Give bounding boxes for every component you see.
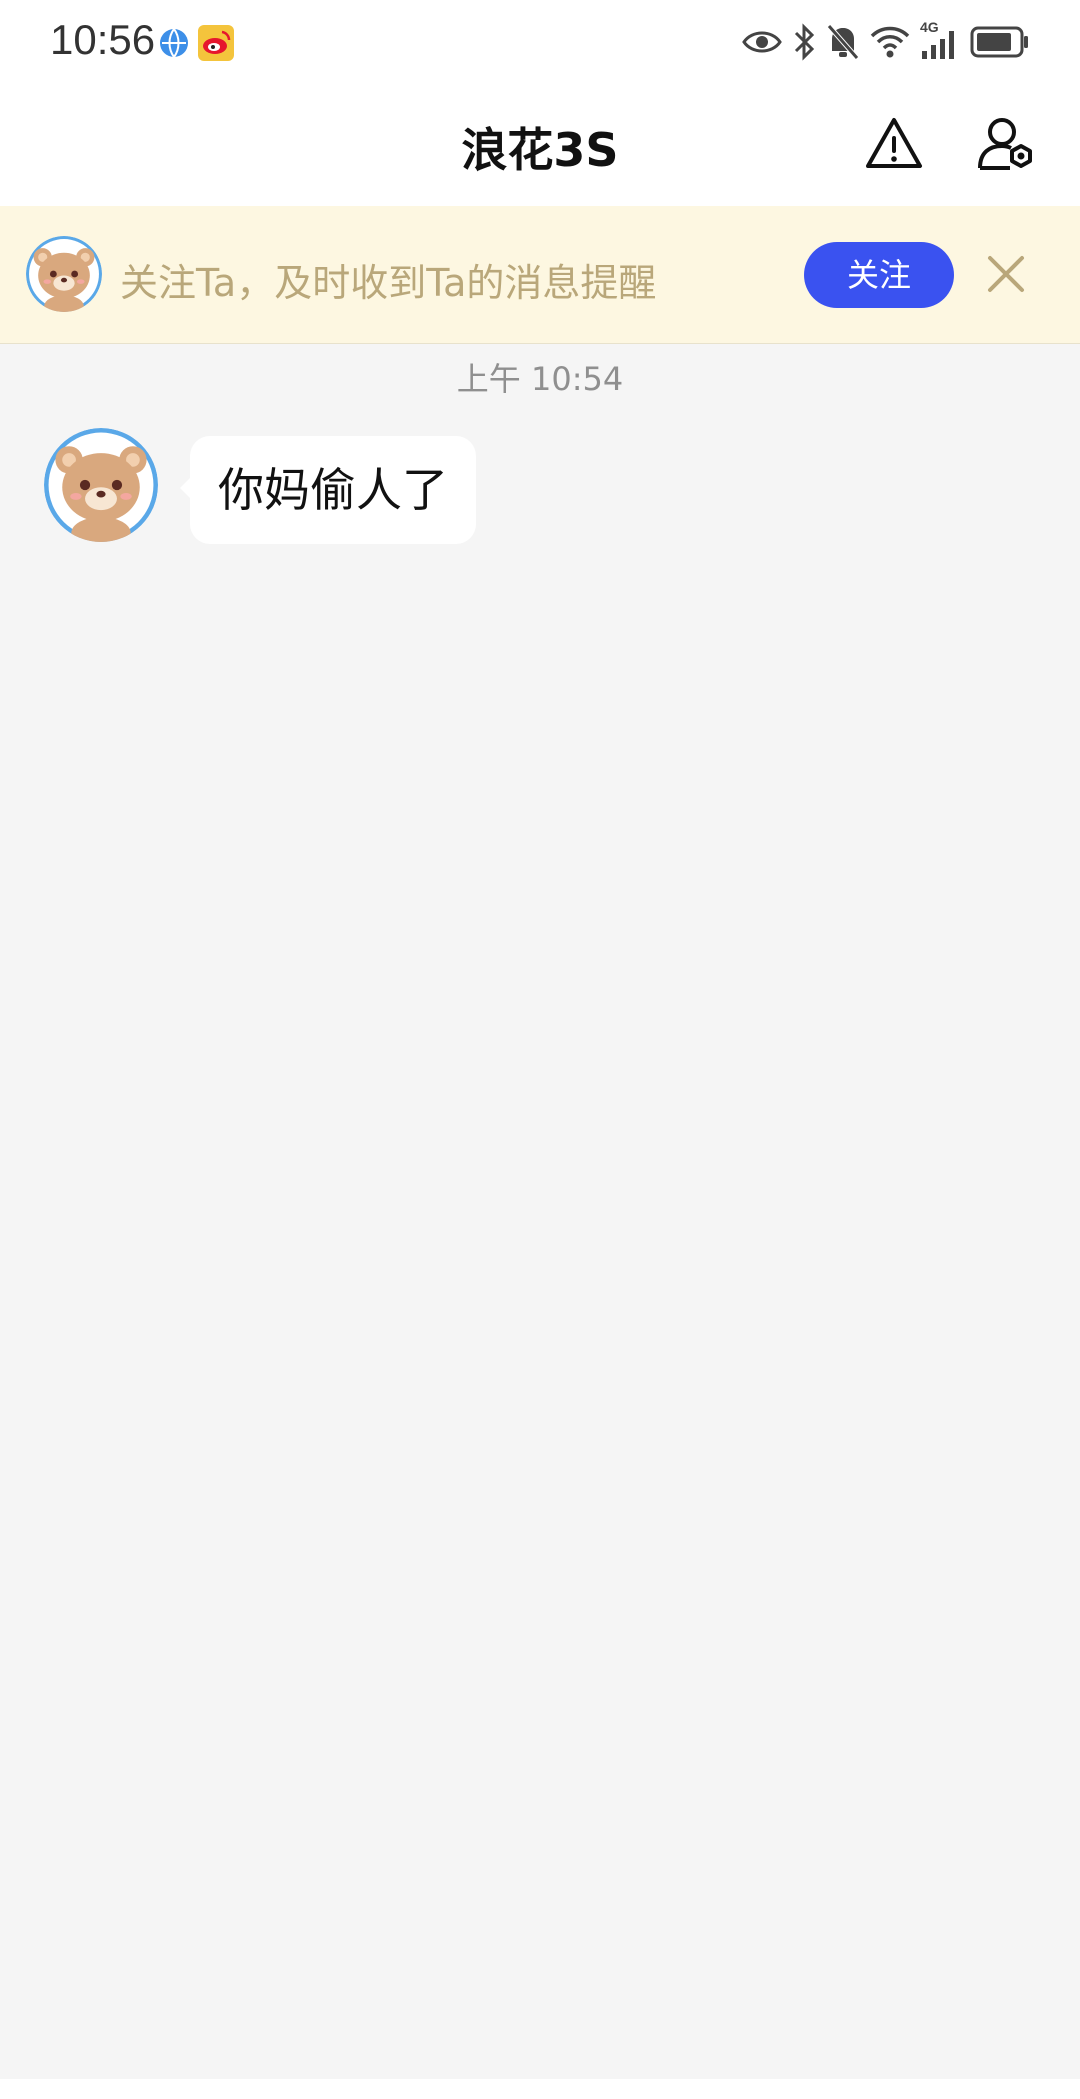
globe-icon xyxy=(160,28,188,58)
bear-avatar[interactable] xyxy=(26,236,102,312)
bottom-strip xyxy=(0,2079,1080,2099)
bluetooth-icon xyxy=(794,23,815,61)
weibo-icon xyxy=(198,25,234,61)
signal-4g-icon: 4G xyxy=(920,19,960,61)
status-bar: 10:56 4G xyxy=(0,0,1080,84)
follow-banner: 关注Ta，及时收到Ta的消息提醒 关注 xyxy=(0,206,1080,344)
user-settings-icon[interactable] xyxy=(976,114,1036,174)
chat-header: 浪花3S xyxy=(0,84,1080,206)
message-timestamp: 上午 10:54 xyxy=(456,360,624,398)
status-icons: 4G xyxy=(742,19,1030,64)
mute-bell-icon xyxy=(827,24,859,60)
wifi-icon xyxy=(870,26,910,58)
follow-button[interactable]: 关注 xyxy=(804,242,954,308)
eye-icon xyxy=(742,31,782,53)
close-icon[interactable] xyxy=(984,252,1028,296)
follow-banner-text: 关注Ta，及时收到Ta的消息提醒 xyxy=(120,261,657,305)
bear-avatar-icon xyxy=(44,428,158,542)
battery-icon xyxy=(970,26,1028,58)
sender-avatar[interactable] xyxy=(44,428,158,542)
report-warning-icon[interactable] xyxy=(864,114,924,174)
status-time: 10:56 xyxy=(50,16,156,63)
message-bubble[interactable]: 你妈偷人了 xyxy=(180,436,476,544)
